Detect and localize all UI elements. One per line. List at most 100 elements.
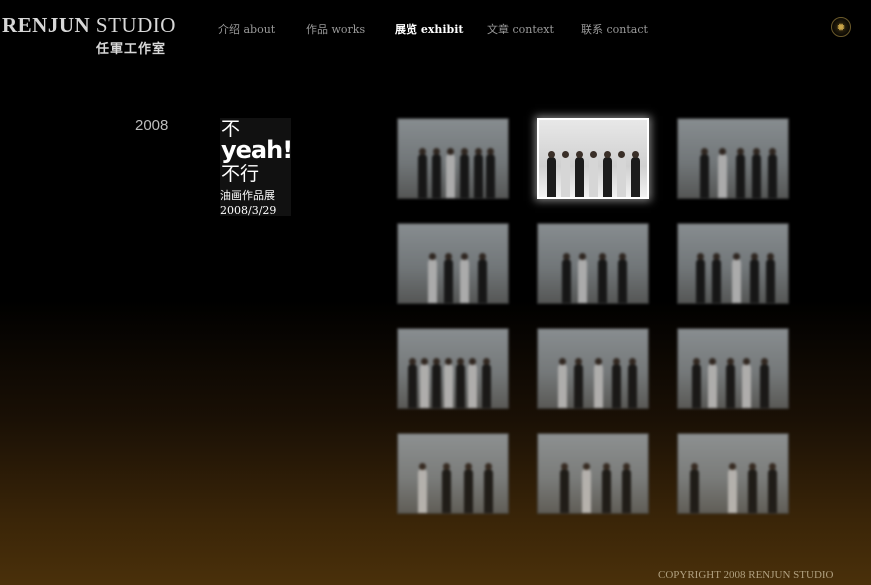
photo-figure-head <box>447 148 454 155</box>
photo-figure-head <box>751 253 758 260</box>
photo-figure <box>752 154 761 198</box>
photo-figure-head <box>445 358 452 365</box>
photo-figure-head <box>618 151 625 158</box>
photo-figure <box>736 154 745 198</box>
photo-figure <box>560 469 569 513</box>
photo-figure-head <box>485 463 492 470</box>
photo-figure <box>708 364 717 408</box>
photo-figure <box>692 364 701 408</box>
exhibit-thumbnail[interactable] <box>677 223 789 304</box>
photo-figure-head <box>709 358 716 365</box>
photo-figure <box>582 469 591 513</box>
photo-figure <box>696 259 705 303</box>
logo-chinese: 任軍工作室 <box>96 42 167 57</box>
photo-figure-head <box>483 358 490 365</box>
photo-figure-head <box>487 148 494 155</box>
photo-figure-head <box>479 253 486 260</box>
nav-exhibit[interactable]: 展览 exhibit <box>395 21 464 37</box>
photo-figure <box>589 157 598 197</box>
photo-figure-head <box>433 148 440 155</box>
photo-figure <box>575 157 584 197</box>
sun-icon[interactable]: ✹ <box>831 17 851 37</box>
logo-english: RENJUN STUDIO <box>2 13 176 37</box>
photo-figure <box>594 364 603 408</box>
photo-figure <box>444 259 453 303</box>
studio-logo[interactable]: RENJUN STUDIO 任軍工作室 <box>2 13 176 57</box>
photo-figure <box>748 469 757 513</box>
photo-figure-head <box>727 358 734 365</box>
nav-contact[interactable]: 联系 contact <box>581 21 648 37</box>
photo-figure-head <box>445 253 452 260</box>
photo-figure-head <box>729 463 736 470</box>
photo-figure-head <box>461 253 468 260</box>
photo-figure-head <box>579 253 586 260</box>
exhibit-thumbnail[interactable] <box>677 433 789 514</box>
photo-figure <box>464 469 473 513</box>
photo-figure <box>766 259 775 303</box>
thumbnail-photo <box>538 434 648 513</box>
photo-figure-head <box>563 253 570 260</box>
photo-figure <box>598 259 607 303</box>
exhibit-thumbnail[interactable] <box>397 118 509 199</box>
photo-figure-head <box>548 151 555 158</box>
photo-figure <box>558 364 567 408</box>
photo-figure <box>760 364 769 408</box>
exhibit-poster[interactable]: 不 yeah! 不行 油画作品展 2008/3/29 <box>220 118 291 216</box>
photo-figure <box>750 259 759 303</box>
exhibit-thumbnail[interactable] <box>397 433 509 514</box>
exhibit-thumbnail[interactable] <box>537 328 649 409</box>
photo-figure-head <box>697 253 704 260</box>
photo-figure <box>484 469 493 513</box>
photo-figure <box>432 364 441 408</box>
photo-figure-head <box>619 253 626 260</box>
photo-figure <box>460 154 469 198</box>
photo-figure <box>631 157 640 197</box>
exhibit-thumbnail[interactable] <box>537 223 649 304</box>
exhibit-thumbnail[interactable] <box>677 118 789 199</box>
photo-figure-head <box>693 358 700 365</box>
photo-figure-head <box>561 463 568 470</box>
photo-figure <box>617 157 626 197</box>
photo-figure-head <box>769 148 776 155</box>
photo-figure <box>732 259 741 303</box>
photo-figure <box>460 259 469 303</box>
photo-figure-head <box>475 148 482 155</box>
photo-figure-head <box>769 463 776 470</box>
photo-figure-head <box>421 358 428 365</box>
nav-context[interactable]: 文章 context <box>487 21 554 37</box>
poster-line-4: 油画作品展 <box>220 189 275 202</box>
photo-figure <box>622 469 631 513</box>
photo-figure-head <box>743 358 750 365</box>
thumbnail-photo <box>538 224 648 303</box>
photo-figure <box>561 157 570 197</box>
photo-figure <box>602 469 611 513</box>
exhibit-thumbnail[interactable] <box>537 433 649 514</box>
nav-works[interactable]: 作品 works <box>306 21 365 37</box>
photo-figure-head <box>749 463 756 470</box>
photo-figure-head <box>613 358 620 365</box>
photo-figure-head <box>701 148 708 155</box>
photo-figure <box>474 154 483 198</box>
photo-figure-head <box>623 463 630 470</box>
exhibit-thumbnail[interactable] <box>677 328 789 409</box>
photo-figure <box>768 154 777 198</box>
photo-figure <box>700 154 709 198</box>
exhibit-thumbnail[interactable] <box>397 328 509 409</box>
photo-figure-head <box>713 253 720 260</box>
photo-figure-head <box>733 253 740 260</box>
photo-figure <box>418 154 427 198</box>
photo-figure <box>768 469 777 513</box>
exhibit-thumbnail[interactable] <box>537 118 649 199</box>
photo-figure <box>612 364 621 408</box>
photo-figure <box>728 469 737 513</box>
photo-figure-head <box>604 151 611 158</box>
photo-figure-head <box>767 253 774 260</box>
photo-figure-head <box>632 151 639 158</box>
nav-about[interactable]: 介绍 about <box>218 21 275 37</box>
photo-figure-head <box>562 151 569 158</box>
photo-figure-head <box>737 148 744 155</box>
photo-figure-head <box>575 358 582 365</box>
photo-figure-head <box>419 463 426 470</box>
photo-figure <box>482 364 491 408</box>
exhibit-thumbnail[interactable] <box>397 223 509 304</box>
